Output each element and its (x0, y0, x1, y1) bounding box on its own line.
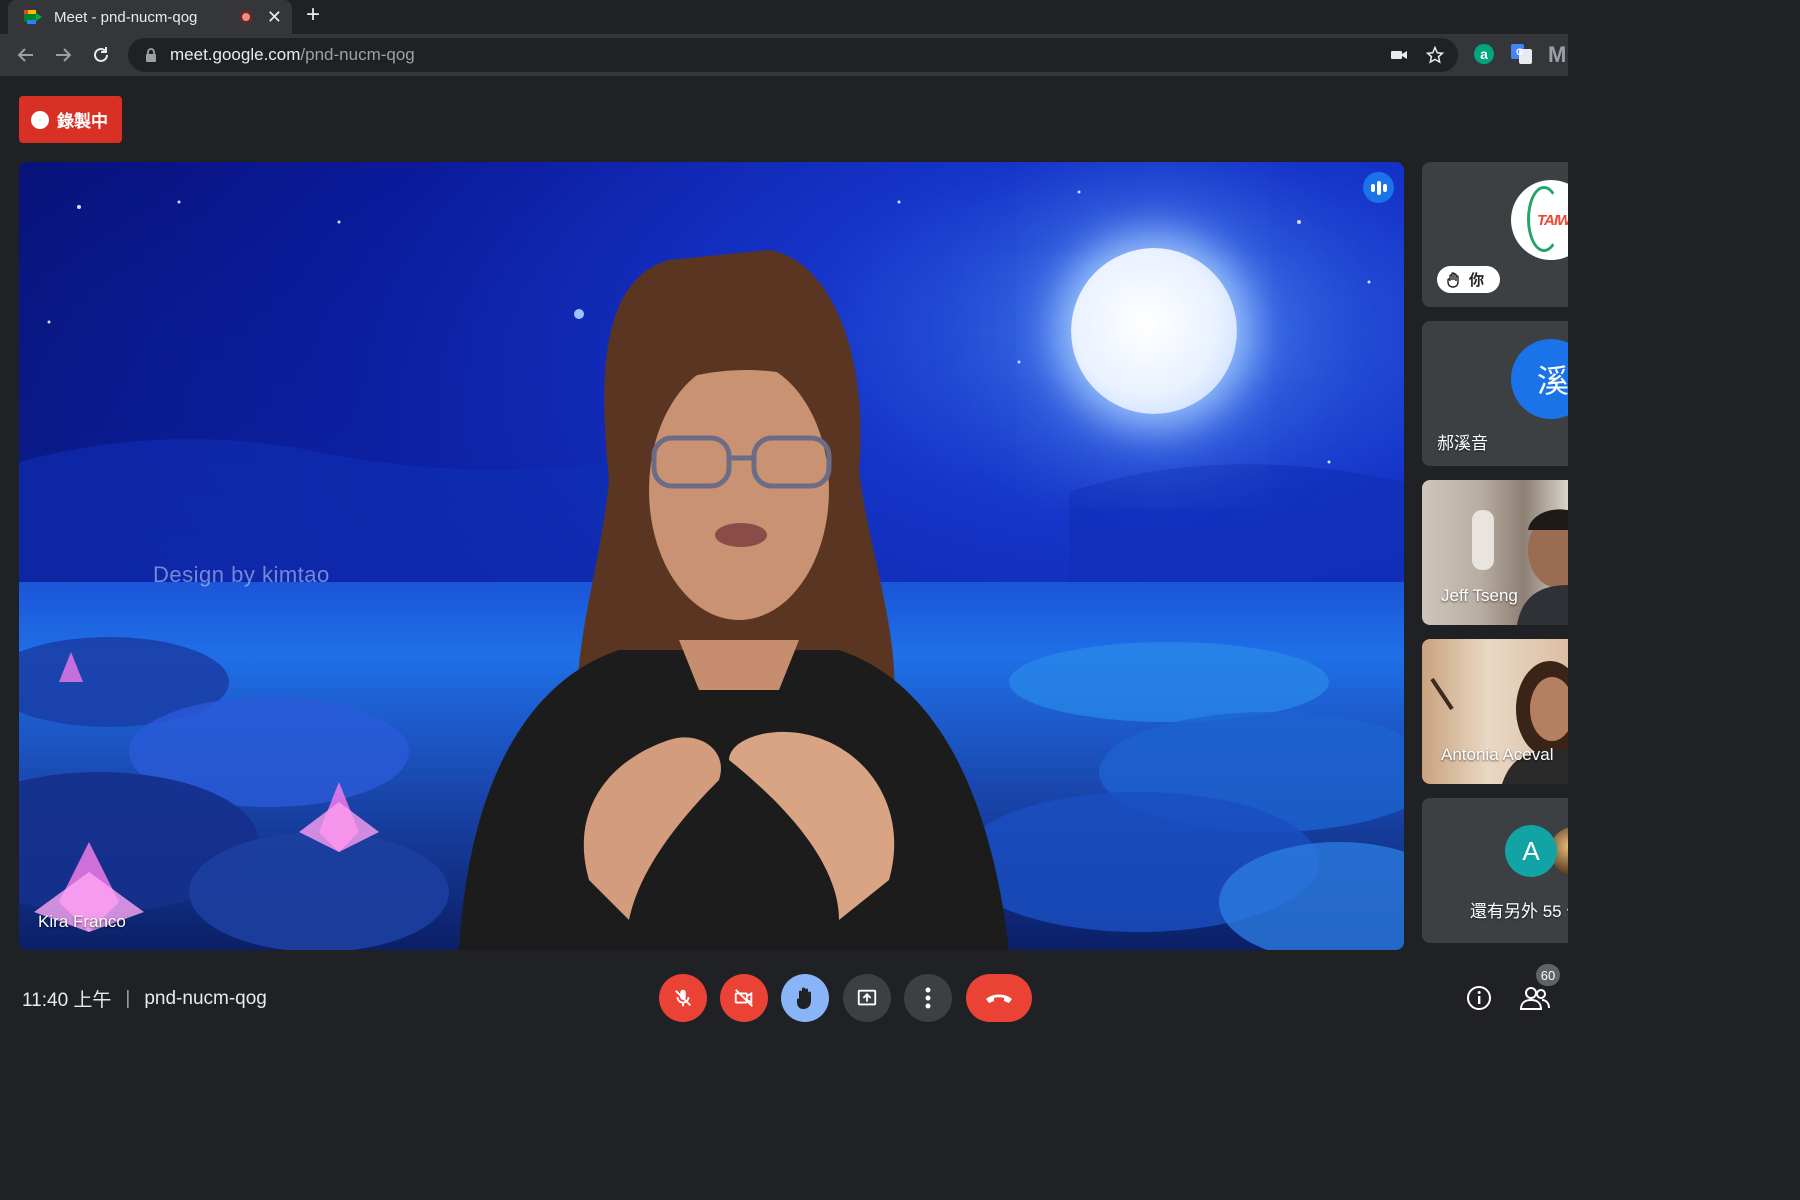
more-participants-avatar: A (1505, 825, 1557, 877)
main-participant-name: Kira Franco (38, 912, 126, 931)
meeting-code: pnd-nucm-qog (144, 987, 267, 1009)
participant-tile-hao-xiyin[interactable]: 溪音 郝溪音 (1422, 321, 1568, 466)
microphone-toggle-button[interactable] (659, 974, 707, 1022)
present-screen-button[interactable] (843, 974, 891, 1022)
raised-hand-icon (797, 987, 811, 1009)
back-button[interactable] (13, 42, 39, 68)
recording-label: 錄製中 (57, 112, 108, 131)
extension-a-icon[interactable]: a (1474, 44, 1494, 69)
forward-arrow-icon (56, 48, 72, 62)
speaker-video-person (459, 250, 1009, 950)
lock-icon (146, 48, 156, 62)
reload-icon (94, 47, 108, 62)
people-count-badge: 60 (1536, 964, 1560, 986)
svg-text:G: G (1516, 47, 1523, 57)
recording-badge[interactable]: 錄製中 (19, 96, 122, 143)
browser-tab-meet[interactable]: Meet - pnd-nucm-qog ✕ (8, 0, 292, 34)
self-avatar: TAIWAN (1511, 180, 1568, 260)
browser-toolbar: meet.google.com/pnd-nucm-qog (0, 34, 1568, 76)
meet-favicon-icon (24, 10, 42, 24)
google-translate-extension-icon[interactable]: G (1511, 44, 1533, 69)
more-participants-avatar-text: A (1522, 835, 1540, 866)
moon-decoration (1071, 248, 1237, 414)
reload-button[interactable] (88, 42, 114, 68)
svg-text:M: M (1548, 42, 1566, 66)
extension-m-icon[interactable]: M (1548, 42, 1568, 71)
address-bar[interactable]: meet.google.com/pnd-nucm-qog (128, 38, 1458, 72)
camera-off-icon (734, 989, 753, 1007)
svg-text:a: a (1480, 46, 1488, 62)
meeting-details: 11:40 上午 | pnd-nucm-qog (22, 985, 267, 1012)
meeting-details-button[interactable] (1466, 985, 1492, 1016)
hao-xiyin-avatar-text: 溪音 (1537, 363, 1568, 399)
clock-time: 11:40 上午 (22, 990, 112, 1011)
participant-tile-self[interactable]: TAIWAN 你 (1422, 162, 1568, 307)
back-arrow-icon (17, 48, 33, 62)
participant-name: Jeff Tseng (1441, 586, 1518, 605)
participant-tile-antonia-aceval[interactable]: Antonia Aceval (1422, 639, 1568, 784)
participant-name: 郝溪音 (1437, 434, 1488, 453)
self-label: 你 (1469, 272, 1485, 289)
camera-toggle-button[interactable] (720, 974, 768, 1022)
participant-tile-jeff-tseng[interactable]: Jeff Tseng (1422, 480, 1568, 625)
separator: | (125, 987, 131, 1009)
more-options-button[interactable] (904, 974, 952, 1022)
recording-dot-icon (31, 110, 49, 129)
mic-off-icon (675, 989, 691, 1007)
tab-recording-indicator-icon (238, 10, 253, 24)
raise-hand-button[interactable] (781, 974, 829, 1022)
main-speaker-tile[interactable]: Design by kimtao Kira Franco (19, 162, 1404, 950)
new-tab-button[interactable]: + (306, 3, 320, 27)
tab-close-icon[interactable]: ✕ (267, 8, 282, 26)
url-text: meet.google.com/pnd-nucm-qog (170, 45, 415, 64)
show-everyone-button[interactable] (1519, 985, 1550, 1016)
browser-tabstrip: Meet - pnd-nucm-qog ✕ + (0, 0, 1568, 34)
hang-up-icon (986, 994, 1012, 1003)
forward-button[interactable] (50, 42, 76, 68)
hao-xiyin-avatar: 溪音 (1511, 339, 1568, 419)
raised-hand-small-icon (1447, 271, 1459, 288)
more-participants-label: 還有另外 55 位 (1470, 902, 1568, 921)
camera-in-use-icon[interactable] (1390, 46, 1408, 69)
participant-name: Antonia Aceval (1441, 745, 1554, 764)
tab-title: Meet - pnd-nucm-qog (54, 8, 198, 26)
bookmark-star-icon[interactable] (1425, 45, 1445, 69)
background-watermark: Design by kimtao (153, 562, 330, 587)
info-icon (1467, 986, 1491, 1010)
leave-call-button[interactable] (966, 974, 1032, 1022)
present-screen-icon (857, 989, 877, 1006)
more-participants-tile[interactable]: A 還有另外 55 位 (1422, 798, 1568, 943)
more-vert-icon (925, 987, 931, 1009)
people-icon (1519, 987, 1550, 1010)
self-pill: 你 (1437, 266, 1500, 293)
speaking-indicator-icon (1363, 172, 1394, 203)
